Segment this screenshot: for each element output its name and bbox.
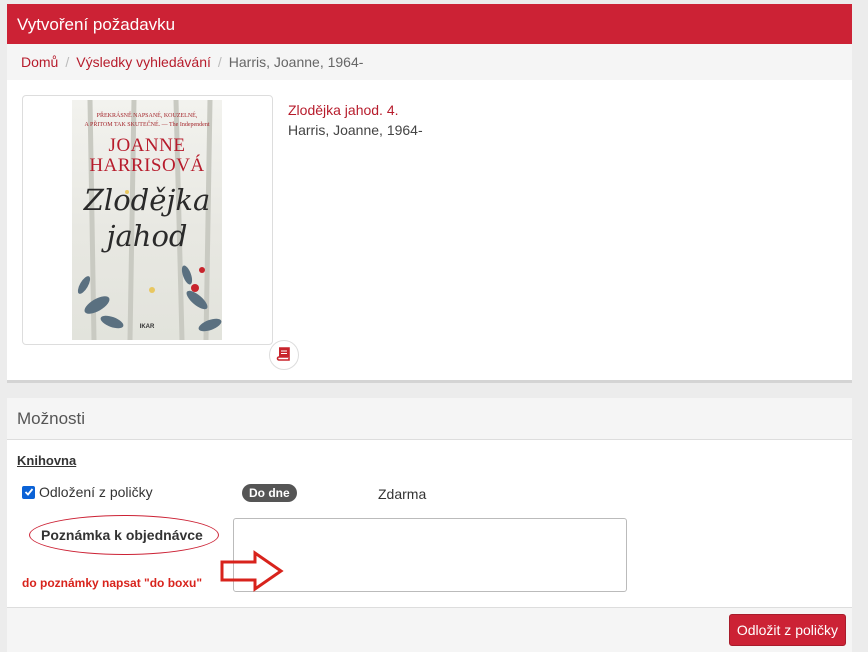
cover-tagline-line1: PŘEKRÁSNĚ NAPSANÉ, KOUZELNÉ, xyxy=(96,113,198,119)
breadcrumb-separator: / xyxy=(65,54,70,70)
note-label: Poznámka k objednávce xyxy=(41,527,203,543)
cover-title-line2: jahod xyxy=(106,219,188,253)
pickup-checkbox[interactable] xyxy=(22,485,35,499)
library-heading: Knihovna xyxy=(17,453,77,468)
due-date-badge: Do dne xyxy=(242,484,297,502)
breadcrumb: Domů / Výsledky vyhledávání / Harris, Joanne… xyxy=(7,44,852,80)
breadcrumb-current: Harris, Joanne, 1964- xyxy=(228,54,364,70)
cover-frame[interactable]: PŘEKRÁSNĚ NAPSANÉ, KOUZELNÉ, A PŘITOM TA… xyxy=(22,95,299,370)
annotation-hint: do poznámky napsat "do boxu" xyxy=(22,576,203,590)
book-format-badge xyxy=(269,340,299,370)
cover-author: JOANNE HARRISOVÁ xyxy=(72,136,222,176)
options-title: Možnosti xyxy=(17,409,86,428)
checkmark-icon xyxy=(24,488,33,496)
submit-hold-button[interactable]: Odložit z poličky xyxy=(728,614,846,646)
cover-author-line1: JOANNE xyxy=(108,135,186,156)
book-icon xyxy=(276,347,290,361)
breadcrumb-separator: / xyxy=(217,54,222,70)
cover-author-line2: HARRISOVÁ xyxy=(89,155,205,176)
record-author: Harris, Joanne, 1964- xyxy=(288,122,423,138)
cover-publisher: IKAR xyxy=(139,324,155,330)
breadcrumb-results[interactable]: Výsledky vyhledávání xyxy=(76,54,211,70)
breadcrumb-home[interactable]: Domů xyxy=(21,54,58,70)
page-header: Vytvoření požadavku xyxy=(7,4,852,44)
cover-title: Zlodějka jahod xyxy=(72,182,222,254)
record-title[interactable]: Zlodějka jahod. 4. xyxy=(288,102,399,118)
options-header: Možnosti xyxy=(7,398,852,440)
annotation-arrow-icon xyxy=(220,550,284,592)
cover-tagline: PŘEKRÁSNĚ NAPSANÉ, KOUZELNÉ, A PŘITOM TA… xyxy=(72,112,222,130)
pickup-option[interactable]: Odložení z poličky xyxy=(22,484,153,500)
pickup-option-label: Odložení z poličky xyxy=(39,484,153,500)
options-footer: Odložit z poličky xyxy=(7,607,852,652)
cover-tagline-line2: A PŘITOM TAK SKUTEČNÉ. — The Independent xyxy=(84,122,210,128)
book-cover[interactable]: PŘEKRÁSNĚ NAPSANÉ, KOUZELNÉ, A PŘITOM TA… xyxy=(72,100,222,340)
page-title: Vytvoření požadavku xyxy=(17,15,176,34)
options-body: Knihovna Odložení z poličky Do dne Zdarm… xyxy=(7,440,852,607)
note-textarea[interactable] xyxy=(233,518,627,592)
record-panel: PŘEKRÁSNĚ NAPSANÉ, KOUZELNÉ, A PŘITOM TA… xyxy=(7,80,852,380)
cover-title-line1: Zlodějka xyxy=(83,183,211,217)
price-label: Zdarma xyxy=(378,486,427,502)
panel-shadow xyxy=(7,380,852,383)
